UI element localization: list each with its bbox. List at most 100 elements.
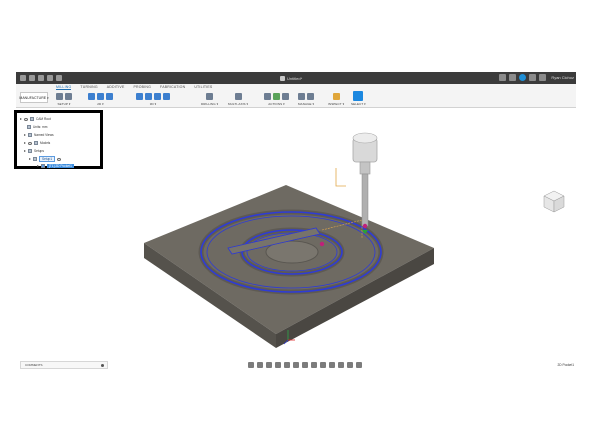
tree-row-named-views[interactable]: Named Views [24,132,54,138]
group-setup[interactable]: SETUP ▾ [56,91,72,107]
tree-row-models[interactable]: Models [24,140,50,146]
drill-icon[interactable] [206,92,214,100]
comments-panel[interactable]: COMMENTS [20,361,108,369]
ribbon-tabs: MILLING TURNING ADDITIVE PROBING FABRICA… [56,85,212,90]
help-icon[interactable] [539,74,547,81]
tree-row-setup1[interactable]: Setup1 [29,156,62,162]
group-2d[interactable]: 2D ▾ [88,91,113,107]
select-icon[interactable] [353,91,364,101]
3d-pocket-icon[interactable] [145,92,152,100]
expand-triangle-icon[interactable] [24,142,26,144]
fit-icon[interactable] [284,362,290,368]
2d-pocket-icon[interactable] [97,92,104,100]
visibility-eye-icon[interactable] [28,141,32,145]
group-inspect[interactable]: INSPECT ▾ [328,91,344,107]
group-label-actions: ACTIONS ▾ [268,102,285,106]
group-label-select: SELECT ▾ [351,102,366,106]
3d-adaptive-icon[interactable] [136,92,143,100]
post-process-icon[interactable] [282,92,289,100]
tree-row-units[interactable]: Units: mm [27,124,47,130]
tree-row-cam-root[interactable]: CAM Root [20,116,51,122]
status-icon [57,157,62,161]
tab-milling[interactable]: MILLING [56,85,72,90]
stock-display-icon[interactable] [347,362,353,368]
workspace-label: MANUFACTURE [19,95,47,100]
group-label-drilling: DRILLING ▾ [201,102,219,106]
tab-utilities[interactable]: UTILITIES [194,85,212,90]
3d-parallel-icon[interactable] [154,92,161,100]
expand-triangle-icon[interactable] [29,158,31,160]
measure-icon[interactable] [332,92,340,100]
group-manage[interactable]: MANAGE ▾ [298,91,315,107]
save-icon[interactable] [38,75,44,81]
options-icon[interactable] [356,362,362,368]
expand-triangle-icon[interactable] [24,150,26,152]
viewports-icon[interactable] [311,362,317,368]
tab-additive[interactable]: ADDITIVE [107,85,125,90]
tab-probing[interactable]: PROBING [134,85,152,90]
document-tab[interactable]: Untitled* [280,74,302,82]
tab-fabrication[interactable]: FABRICATION [160,85,185,90]
tree-row-2d-pocket1[interactable]: [T1] 2D Pocket1 [37,163,74,169]
display-settings-icon[interactable] [293,362,299,368]
tree-label: Models [40,141,51,145]
new-folder-icon[interactable] [65,92,72,100]
zoom-icon[interactable] [275,362,281,368]
tab-turning[interactable]: TURNING [80,85,97,90]
tool-holder-top [352,132,378,144]
user-name[interactable]: Ryan Cichoz [551,75,574,80]
section-analysis-icon[interactable] [320,362,326,368]
2d-adaptive-icon[interactable] [88,92,95,100]
toolpath-display-icon[interactable] [338,362,344,368]
expand-triangle-icon[interactable] [37,165,39,167]
setup-icon[interactable] [56,92,63,100]
grid-settings-icon[interactable] [302,362,308,368]
multi-axis-icon[interactable] [234,92,242,100]
ribbon-groups: SETUP ▾ 2D ▾ 3D ▾ DRILLING ▾ MULTI-AXIS … [56,91,572,107]
group-label-3d: 3D ▾ [149,102,157,106]
selection-status: 2D Pocket1 [557,363,574,367]
browser-panel: CAM Root Units: mm Named Views Models Se… [14,110,103,169]
job-status-icon[interactable] [519,74,527,81]
tree-label: [T1] 2D Pocket1 [47,164,74,168]
generate-icon[interactable] [264,92,271,100]
templates-icon[interactable] [307,92,315,100]
notifications-icon[interactable] [529,74,537,81]
3d-scallop-icon[interactable] [163,92,170,100]
group-label-manage: MANAGE ▾ [298,102,315,106]
entry-marker [319,241,325,247]
document-icon [280,75,285,81]
tree-label: Setups [34,149,44,153]
orbit-icon[interactable] [248,362,254,368]
group-3d[interactable]: 3D ▾ [136,91,170,107]
view-cube[interactable] [543,190,565,214]
expand-triangle-icon[interactable] [20,118,22,120]
extensions-icon[interactable] [509,74,517,81]
folder-icon [34,141,38,145]
tool-library-icon[interactable] [298,92,306,100]
tree-row-setups[interactable]: Setups [24,148,44,154]
ribbon: MILLING TURNING ADDITIVE PROBING FABRICA… [16,84,576,108]
expand-triangle-icon[interactable] [24,134,26,136]
tree-label: Named Views [34,133,54,137]
app-menu-icon[interactable] [20,75,26,81]
workspace-switcher[interactable]: MANUFACTURE ▾ [19,92,49,103]
group-multi-axis[interactable]: MULTI-AXIS ▾ [228,91,248,107]
simulation-icon[interactable] [329,362,335,368]
look-at-icon[interactable] [257,362,263,368]
navigation-bar [248,362,362,368]
group-label-inspect: INSPECT ▾ [328,102,345,106]
redo-icon[interactable] [56,75,62,81]
file-icon[interactable] [29,75,35,81]
undo-icon[interactable] [47,75,53,81]
group-actions[interactable]: ACTIONS ▾ [264,91,289,107]
add-comment-icon[interactable] [101,363,104,367]
simulate-icon[interactable] [273,92,280,100]
visibility-eye-icon[interactable] [24,117,28,121]
2d-contour-icon[interactable] [106,92,113,100]
new-tab-icon[interactable] [499,74,507,81]
pan-icon[interactable] [266,362,272,368]
group-label-multi-axis: MULTI-AXIS ▾ [228,102,249,106]
group-select[interactable]: SELECT ▾ [351,91,366,107]
group-drilling[interactable]: DRILLING ▾ [201,91,218,107]
